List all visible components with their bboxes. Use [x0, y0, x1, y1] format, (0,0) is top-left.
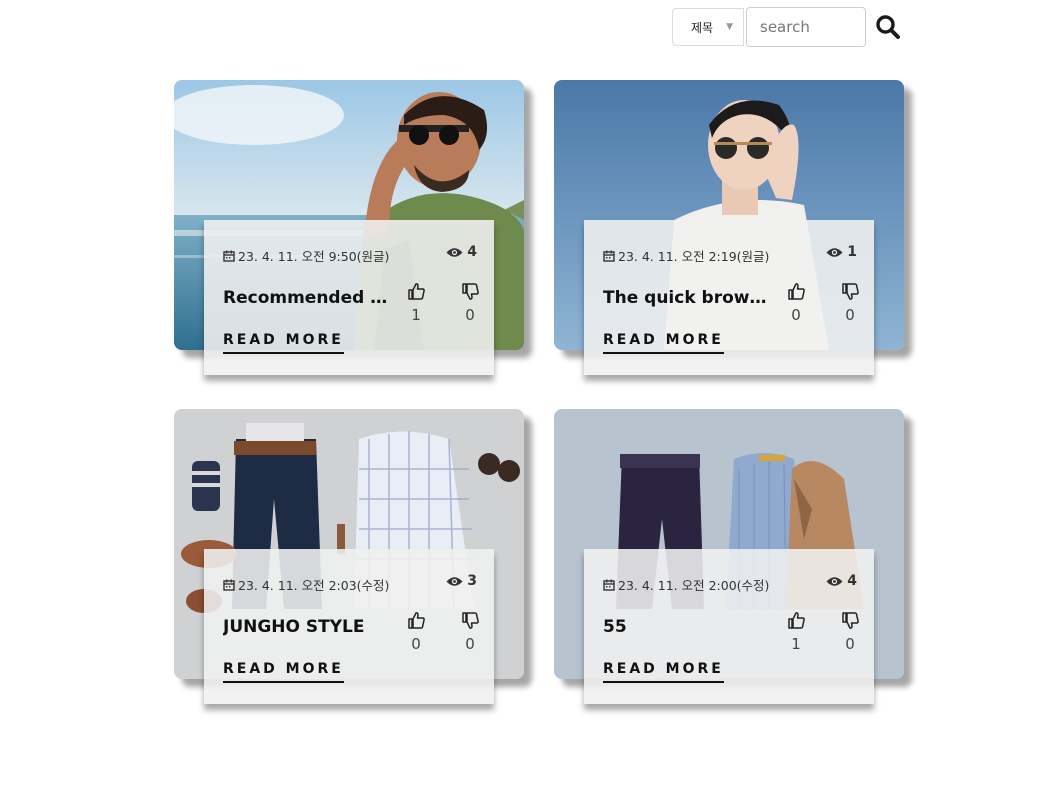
search-icon — [876, 15, 900, 39]
chevron-down-icon: ▼ — [726, 22, 734, 32]
post-title[interactable]: The quick brown... — [603, 288, 773, 308]
post-date-text: 23. 4. 11. 오전 2:19(원글) — [618, 249, 770, 264]
like-count: 1 — [411, 306, 421, 324]
search-input[interactable] — [746, 7, 866, 47]
post-views-count: 3 — [467, 573, 477, 589]
post-views-count: 4 — [847, 573, 857, 589]
search-button[interactable] — [874, 13, 902, 41]
post-views-count: 4 — [467, 244, 477, 260]
post-date: 23. 4. 11. 오전 2:03(수정) — [223, 575, 389, 594]
calendar-icon — [223, 250, 235, 262]
eye-icon — [826, 576, 843, 586]
post-card[interactable]: 23. 4. 11. 오전 2:03(수정) 3 JUNGHO STYLE 0 … — [174, 409, 524, 709]
post-card[interactable]: 23. 4. 11. 오전 9:50(원글) 4 Recommended Sty… — [174, 80, 524, 380]
calendar-icon — [603, 250, 615, 262]
post-views: 1 — [826, 244, 857, 260]
dislike-button[interactable]: 0 — [840, 611, 860, 653]
thumbs-up-icon — [787, 283, 805, 300]
search-field-select-value: 제목 — [691, 20, 714, 35]
post-info-panel: 23. 4. 11. 오전 2:03(수정) 3 JUNGHO STYLE 0 … — [204, 549, 494, 704]
post-date-text: 23. 4. 11. 오전 2:03(수정) — [238, 578, 390, 593]
dislike-button[interactable]: 0 — [840, 282, 860, 324]
like-button[interactable]: 1 — [786, 611, 806, 653]
post-date-text: 23. 4. 11. 오전 9:50(원글) — [238, 249, 390, 264]
calendar-icon — [223, 579, 235, 591]
post-date: 23. 4. 11. 오전 9:50(원글) — [223, 246, 389, 265]
post-info-panel: 23. 4. 11. 오전 2:19(원글) 1 The quick brown… — [584, 220, 874, 375]
post-views: 3 — [446, 573, 477, 589]
eye-icon — [446, 247, 463, 257]
post-info-panel: 23. 4. 11. 오전 9:50(원글) 4 Recommended Sty… — [204, 220, 494, 375]
thumbs-up-icon — [407, 612, 425, 629]
thumbs-down-icon — [461, 612, 479, 629]
post-title[interactable]: 55 — [603, 617, 773, 637]
like-button[interactable]: 0 — [406, 611, 426, 653]
like-count: 1 — [791, 635, 801, 653]
dislike-button[interactable]: 0 — [460, 611, 480, 653]
thumbs-up-icon — [407, 283, 425, 300]
eye-icon — [826, 247, 843, 257]
post-date: 23. 4. 11. 오전 2:00(수정) — [603, 575, 769, 594]
read-more-link[interactable]: READ MORE — [603, 332, 724, 354]
post-views: 4 — [446, 244, 477, 260]
dislike-count: 0 — [465, 635, 475, 653]
post-views-count: 1 — [847, 244, 857, 260]
thumbs-up-icon — [787, 612, 805, 629]
eye-icon — [446, 576, 463, 586]
thumbs-down-icon — [841, 283, 859, 300]
dislike-count: 0 — [845, 306, 855, 324]
like-count: 0 — [791, 306, 801, 324]
search-bar: 제목 ▼ — [672, 7, 902, 47]
post-info-panel: 23. 4. 11. 오전 2:00(수정) 4 55 1 0 READ MOR… — [584, 549, 874, 704]
calendar-icon — [603, 579, 615, 591]
post-title[interactable]: JUNGHO STYLE — [223, 617, 393, 637]
like-button[interactable]: 0 — [786, 282, 806, 324]
post-title[interactable]: Recommended Sty... — [223, 288, 393, 308]
read-more-link[interactable]: READ MORE — [223, 332, 344, 354]
thumbs-down-icon — [841, 612, 859, 629]
post-card[interactable]: 23. 4. 11. 오전 2:00(수정) 4 55 1 0 READ MOR… — [554, 409, 904, 709]
dislike-button[interactable]: 0 — [460, 282, 480, 324]
post-card[interactable]: 23. 4. 11. 오전 2:19(원글) 1 The quick brown… — [554, 80, 904, 380]
dislike-count: 0 — [845, 635, 855, 653]
search-field-select[interactable]: 제목 ▼ — [672, 8, 744, 46]
like-button[interactable]: 1 — [406, 282, 426, 324]
post-date-text: 23. 4. 11. 오전 2:00(수정) — [618, 578, 770, 593]
like-count: 0 — [411, 635, 421, 653]
thumbs-down-icon — [461, 283, 479, 300]
post-views: 4 — [826, 573, 857, 589]
read-more-link[interactable]: READ MORE — [603, 661, 724, 683]
post-date: 23. 4. 11. 오전 2:19(원글) — [603, 246, 769, 265]
read-more-link[interactable]: READ MORE — [223, 661, 344, 683]
dislike-count: 0 — [465, 306, 475, 324]
